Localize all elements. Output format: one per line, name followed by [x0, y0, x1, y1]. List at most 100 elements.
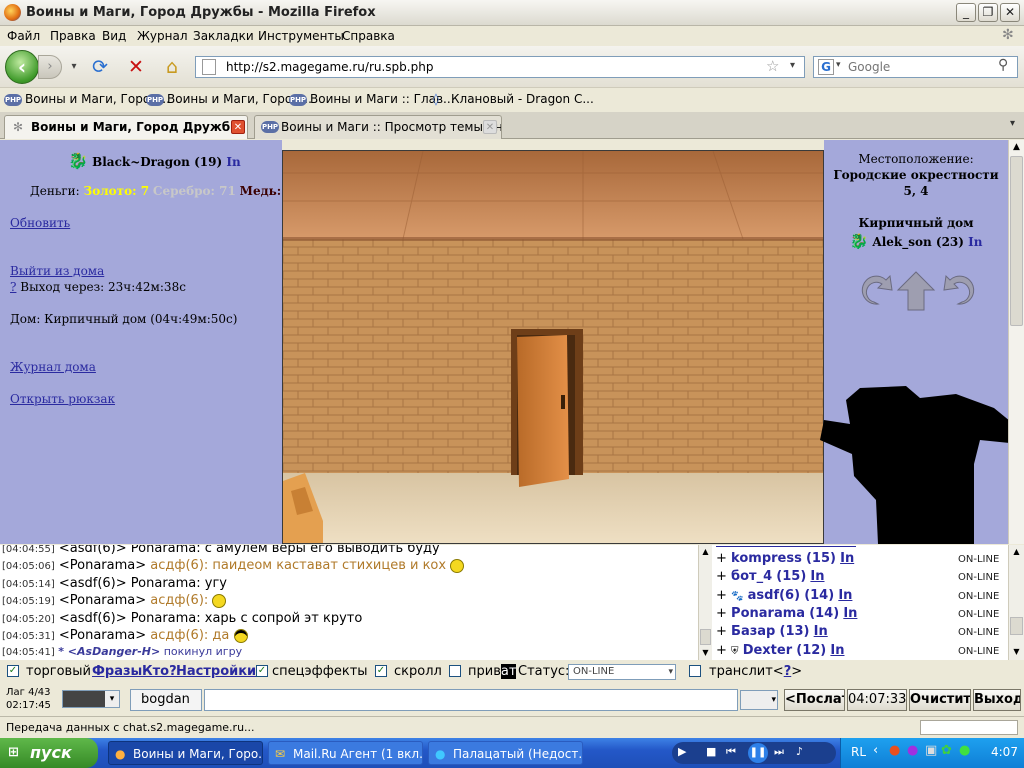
back-button[interactable]: ‹: [5, 50, 39, 84]
tab-inactive[interactable]: PHP Воины и Маги :: Просмотр темы - нав.…: [254, 115, 502, 139]
network-icon[interactable]: ▣: [925, 743, 937, 758]
history-dropdown-icon[interactable]: ▾: [62, 55, 86, 79]
player-name[interactable]: Black~Dragon: [92, 155, 190, 169]
firefox-icon: [4, 4, 21, 21]
stop-media-icon[interactable]: ■: [706, 745, 716, 758]
page-scrollbar[interactable]: ▲: [1008, 140, 1024, 544]
taskbar-item-firefox[interactable]: ● Воины и Маги, Горо...: [108, 741, 263, 765]
menu-view[interactable]: Вид: [102, 29, 126, 43]
turn-left-arrow-icon[interactable]: [861, 274, 893, 305]
stop-icon[interactable]: ✕: [124, 55, 148, 79]
who-link[interactable]: Кто?: [142, 664, 177, 679]
open-backpack-link[interactable]: Открыть рюкзак: [10, 392, 115, 406]
scroll-up-icon[interactable]: ▲: [1009, 545, 1024, 559]
tray-app-icon[interactable]: ●: [959, 743, 970, 758]
bookmark-item[interactable]: PHP Воины и Маги :: Глав...: [289, 92, 455, 106]
menu-tools[interactable]: Инструменты: [258, 29, 344, 43]
occupant-info-link[interactable]: In: [968, 235, 982, 249]
user-row[interactable]: + Ponarama (14) In ON-LINE: [716, 606, 999, 621]
send-button[interactable]: <Послать: [784, 689, 845, 711]
play-icon[interactable]: ▶: [678, 745, 686, 758]
search-bar[interactable]: G ▾ ⚲: [813, 56, 1018, 78]
bookmark-item[interactable]: PHP Воины и Маги, Город...: [146, 92, 312, 106]
scroll-down-icon[interactable]: ▼: [699, 646, 712, 659]
close-window-button[interactable]: ✕: [1000, 3, 1020, 22]
exit-button[interactable]: Выход: [973, 689, 1021, 711]
user-row[interactable]: + бот_4 (15) In ON-LINE: [716, 569, 999, 584]
color-select[interactable]: ▾: [62, 690, 120, 708]
occupant-name[interactable]: Alek_son: [872, 235, 931, 249]
user-row[interactable]: + ⛨ Dexter (12) In ON-LINE: [716, 643, 999, 658]
search-engine-dropdown-icon[interactable]: ▾: [836, 60, 841, 70]
refresh-link[interactable]: Обновить: [10, 216, 70, 230]
taskbar-item-mailru[interactable]: ✉ Mail.Ru Агент (1 вкл...: [268, 741, 423, 765]
start-button[interactable]: ⊞ пуск: [0, 738, 98, 768]
mail-icon: ✉: [275, 747, 286, 761]
menu-file[interactable]: Файл: [7, 29, 40, 43]
nick-field[interactable]: bogdan: [130, 689, 202, 711]
icq-icon[interactable]: ✿: [941, 743, 952, 758]
forward-button[interactable]: ›: [38, 55, 62, 79]
google-icon[interactable]: G: [818, 59, 834, 75]
translit-checkbox[interactable]: [689, 665, 701, 677]
tab-active[interactable]: ✻ Воины и Маги, Город Дружбы ✕: [4, 115, 248, 139]
message-input[interactable]: [204, 689, 738, 711]
effects-checkbox[interactable]: ✓: [256, 665, 268, 677]
search-icon[interactable]: ⚲: [998, 57, 1008, 73]
close-tab-icon[interactable]: ✕: [483, 120, 497, 134]
scroll-down-icon[interactable]: ▼: [1009, 645, 1024, 659]
menu-history[interactable]: Журнал: [137, 29, 188, 43]
tray-app-icon[interactable]: ●: [907, 743, 918, 758]
scroll-thumb[interactable]: [1010, 156, 1023, 326]
trade-checkbox[interactable]: ✓: [7, 665, 19, 677]
menu-edit[interactable]: Правка: [50, 29, 96, 43]
maximize-button[interactable]: ❐: [978, 3, 998, 22]
taskbar-item-skype[interactable]: ● Палацатый (Недост...: [428, 741, 583, 765]
phrases-link[interactable]: Фразы: [92, 664, 142, 679]
exit-house-link[interactable]: Выйти из дома: [10, 264, 104, 278]
recipient-select[interactable]: ▾: [740, 690, 778, 710]
tab-list-icon[interactable]: ▾: [1010, 118, 1015, 129]
chat-scrollbar[interactable]: ▲ ▼: [698, 545, 712, 660]
scroll-thumb[interactable]: [1010, 617, 1023, 635]
private-checkbox[interactable]: [449, 665, 461, 677]
paw-badge-icon: 🐾: [731, 591, 744, 602]
language-indicator[interactable]: RL: [851, 745, 866, 759]
location-area: Городские окрестности: [833, 168, 999, 182]
settings-link[interactable]: Настройки: [176, 664, 256, 679]
minimize-button[interactable]: _: [956, 3, 976, 22]
move-forward-arrow-icon[interactable]: [896, 271, 936, 311]
menu-bookmarks[interactable]: Закладки: [193, 29, 254, 43]
close-tab-icon[interactable]: ✕: [231, 120, 245, 134]
pause-icon[interactable]: ❚❚: [748, 743, 768, 763]
player-info-link[interactable]: In: [226, 155, 240, 169]
menu-help[interactable]: Справка: [342, 29, 395, 43]
users-scrollbar[interactable]: ▲ ▼: [1008, 545, 1024, 660]
url-bar[interactable]: ☆ ▾: [195, 56, 805, 78]
home-icon[interactable]: ⌂: [160, 55, 184, 79]
user-row[interactable]: + Базар (13) In ON-LINE: [716, 624, 999, 639]
url-dropdown-icon[interactable]: ▾: [790, 60, 795, 71]
user-row[interactable]: + 🐾 asdf(6) (14) In ON-LINE: [716, 588, 999, 603]
user-row[interactable]: + kompress (15) In ON-LINE: [716, 551, 999, 566]
clear-button[interactable]: Очистить: [909, 689, 971, 711]
scroll-up-icon[interactable]: ▲: [1009, 140, 1024, 155]
previous-icon[interactable]: ⏮: [726, 745, 736, 759]
volume-icon[interactable]: ♪: [796, 745, 803, 758]
turn-right-arrow-icon[interactable]: [943, 274, 975, 305]
search-input[interactable]: [848, 59, 988, 75]
house-log-link[interactable]: Журнал дома: [10, 360, 96, 374]
tray-app-icon[interactable]: ●: [889, 743, 900, 758]
bookmark-item[interactable]: ◊ Клановый - Dragon C...: [433, 92, 594, 106]
tray-expand-icon[interactable]: ‹: [873, 743, 878, 758]
scroll-up-icon[interactable]: ▲: [699, 545, 712, 558]
url-input[interactable]: [226, 59, 746, 75]
next-icon[interactable]: ⏭: [774, 745, 784, 759]
reload-icon[interactable]: ⟳: [88, 55, 112, 79]
tab-bar: ✻ Воины и Маги, Город Дружбы ✕ PHP Воины…: [0, 112, 1024, 139]
scroll-checkbox[interactable]: ✓: [375, 665, 387, 677]
scroll-thumb[interactable]: [700, 629, 711, 645]
status-select[interactable]: ON-LINE ▾: [568, 664, 676, 680]
game-scene-view[interactable]: [282, 150, 824, 544]
bookmark-star-icon[interactable]: ☆: [766, 57, 779, 75]
